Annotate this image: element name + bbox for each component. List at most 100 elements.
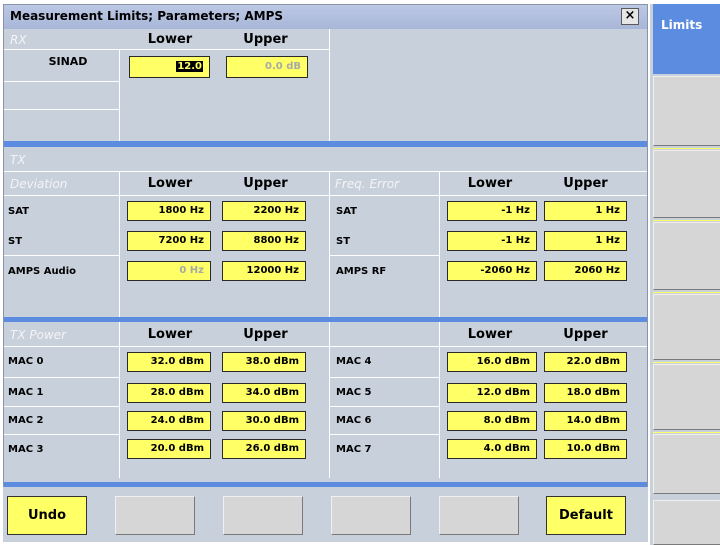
mac7-lower[interactable]: 4.0 dBm [447, 439, 537, 459]
mac0-upper[interactable]: 38.0 dBm [222, 352, 306, 372]
mac-row-label: MAC 7 [336, 444, 372, 455]
tx-power-upper-header: Upper [243, 327, 288, 342]
rx-divider [4, 81, 119, 82]
rx-divider [119, 49, 120, 141]
side-menu-button-2[interactable] [653, 76, 720, 146]
tx-power-divider [439, 322, 440, 478]
mac6-lower[interactable]: 8.0 dBm [447, 411, 537, 431]
mac2-lower[interactable]: 24.0 dBm [127, 411, 211, 431]
sinad-lower-value: 12.0 [176, 61, 203, 72]
mac3-upper[interactable]: 26.0 dBm [222, 439, 306, 459]
mac-row-label: MAC 2 [8, 415, 44, 426]
softkey-3[interactable] [223, 496, 303, 535]
mac3-lower[interactable]: 20.0 dBm [127, 439, 211, 459]
tx-power-divider [119, 322, 120, 478]
deviation-sat-upper[interactable]: 2200 Hz [222, 201, 306, 221]
deviation-st-upper[interactable]: 8800 Hz [222, 231, 306, 251]
mac0-lower[interactable]: 32.0 dBm [127, 352, 211, 372]
measurement-limits-dialog: Measurement Limits; Parameters; AMPS × R… [3, 4, 648, 487]
deviation-row-label: ST [8, 236, 23, 247]
rx-upper-header: Upper [243, 32, 288, 47]
tx-divider [329, 255, 439, 256]
rx-divider [4, 109, 119, 110]
tx-divider [4, 195, 647, 196]
mac6-upper[interactable]: 14.0 dBm [544, 411, 627, 431]
tx-power-divider [4, 377, 119, 378]
tx-power-divider [4, 434, 119, 435]
softkey-2[interactable] [115, 496, 195, 535]
freq-error-sat-lower[interactable]: -1 Hz [447, 201, 537, 221]
default-button[interactable]: Default [546, 496, 626, 535]
side-menu-divider [653, 148, 720, 149]
deviation-audio-lower[interactable]: 0 Hz [127, 261, 211, 281]
deviation-label: Deviation [10, 177, 68, 191]
rx-section: RX Lower Upper SINAD 12.0 0.0 dB [4, 29, 647, 141]
mac-row-label: MAC 4 [336, 356, 372, 367]
side-menu-button-5[interactable] [653, 294, 720, 360]
freq-error-upper-header: Upper [563, 176, 608, 191]
deviation-row-label: SAT [8, 206, 29, 217]
tx-power-divider [4, 406, 119, 407]
freq-error-label: Freq. Error [335, 177, 400, 191]
tx-section-label: TX [10, 153, 26, 167]
tx-power-upper-header-right: Upper [563, 327, 608, 342]
mac1-lower[interactable]: 28.0 dBm [127, 383, 211, 403]
tx-power-section: TX Power Lower Upper Lower Upper MAC 0 3… [4, 322, 647, 478]
title-bar: Measurement Limits; Parameters; AMPS × [4, 5, 647, 30]
side-menu-limits[interactable]: Limits [653, 4, 720, 74]
freq-error-st-upper[interactable]: 1 Hz [544, 231, 627, 251]
freq-error-rf-upper[interactable]: 2060 Hz [544, 261, 627, 281]
freq-error-sat-upper[interactable]: 1 Hz [544, 201, 627, 221]
default-button-label: Default [559, 508, 613, 523]
mac4-lower[interactable]: 16.0 dBm [447, 352, 537, 372]
rx-divider [329, 29, 330, 141]
mac1-upper[interactable]: 34.0 dBm [222, 383, 306, 403]
mac2-upper[interactable]: 30.0 dBm [222, 411, 306, 431]
mac-row-label: MAC 0 [8, 356, 44, 367]
freq-error-row-label: ST [336, 236, 351, 247]
side-menu-button-3[interactable] [653, 150, 720, 218]
softkey-5[interactable] [439, 496, 519, 535]
mac-row-label: MAC 1 [8, 387, 44, 398]
mac-row-label: MAC 5 [336, 387, 372, 398]
tx-power-lower-header: Lower [147, 327, 193, 342]
side-menu-button-4[interactable] [653, 222, 720, 290]
mac5-upper[interactable]: 18.0 dBm [544, 383, 627, 403]
mac7-upper[interactable]: 10.0 dBm [544, 439, 627, 459]
mac-row-label: MAC 6 [336, 415, 372, 426]
freq-error-lower-header: Lower [467, 176, 513, 191]
freq-error-st-lower[interactable]: -1 Hz [447, 231, 537, 251]
side-menu-divider [653, 292, 720, 293]
mac5-lower[interactable]: 12.0 dBm [447, 383, 537, 403]
tx-power-divider [329, 434, 439, 435]
freq-error-row-label: SAT [336, 206, 357, 217]
deviation-sat-lower[interactable]: 1800 Hz [127, 201, 211, 221]
sinad-upper-field[interactable]: 0.0 dB [226, 56, 308, 78]
mac4-upper[interactable]: 22.0 dBm [544, 352, 627, 372]
tx-divider [4, 171, 647, 172]
tx-divider [4, 255, 119, 256]
side-menu-button-6[interactable] [653, 364, 720, 430]
deviation-audio-upper[interactable]: 12000 Hz [222, 261, 306, 281]
undo-button-label: Undo [27, 508, 67, 523]
tx-power-divider [329, 377, 439, 378]
tx-power-divider [329, 406, 439, 407]
sinad-lower-field[interactable]: 12.0 [129, 56, 210, 78]
rx-row-label: SINAD [48, 55, 88, 68]
close-button[interactable]: × [621, 8, 639, 25]
side-menu-button-8[interactable] [653, 500, 720, 545]
tx-power-label: TX Power [10, 328, 67, 342]
softkey-bar: Undo Default [3, 487, 648, 542]
softkey-4[interactable] [331, 496, 411, 535]
mac-row-label: MAC 3 [8, 444, 44, 455]
tx-power-lower-header-right: Lower [467, 327, 513, 342]
deviation-st-lower[interactable]: 7200 Hz [127, 231, 211, 251]
side-menu-button-7[interactable] [653, 434, 720, 494]
tx-divider [439, 171, 440, 317]
freq-error-rf-lower[interactable]: -2060 Hz [447, 261, 537, 281]
tx-power-divider [329, 322, 330, 478]
tx-divider [329, 171, 330, 317]
freq-error-row-label: AMPS RF [336, 266, 387, 277]
side-menu-divider [653, 432, 720, 433]
undo-button[interactable]: Undo [7, 496, 87, 535]
